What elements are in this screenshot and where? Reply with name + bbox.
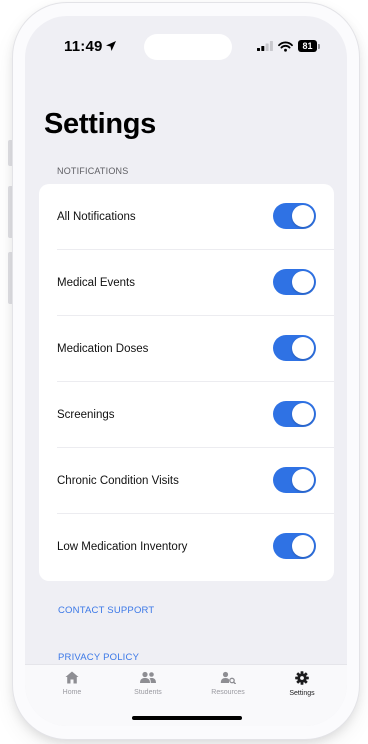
setting-row-all-notifications: All Notifications [39,184,334,250]
low-medication-inventory-toggle[interactable] [273,533,316,559]
tab-label: Students [134,689,162,696]
all-notifications-toggle[interactable] [273,203,316,229]
time-text: 11:49 [64,38,103,55]
setting-row-chronic-condition-visits: Chronic Condition Visits [39,448,334,514]
tab-label: Settings [289,690,315,697]
phone-frame: 11:49 81 Settings NOTIFICATIONS All Noti… [13,3,359,739]
status-bar-icons: 81 [257,40,320,52]
setting-row-medication-doses: Medication Doses [39,316,334,382]
setting-row-medical-events: Medical Events [39,250,334,316]
cellular-signal-icon [257,41,273,51]
wifi-icon [278,41,293,52]
tab-home[interactable]: Home [40,665,104,705]
students-icon [140,671,156,683]
setting-label: Medication Doses [57,343,149,355]
notifications-card: All Notifications Medical Events Medicat… [39,184,334,581]
home-indicator [132,716,242,720]
tab-students[interactable]: Students [116,665,180,705]
toggle-knob [292,205,314,227]
resources-icon [220,671,236,684]
setting-row-low-medication-inventory: Low Medication Inventory [39,514,334,580]
battery-icon: 81 [298,40,320,52]
dynamic-island [144,34,232,60]
contact-support-link[interactable]: CONTACT SUPPORT [58,605,154,616]
setting-label: All Notifications [57,211,136,223]
toggle-knob [292,403,314,425]
home-icon [65,671,79,684]
screen: 11:49 81 Settings NOTIFICATIONS All Noti… [25,16,347,726]
battery-tip [318,43,320,49]
setting-row-screenings: Screenings [39,382,334,448]
tab-label: Home [62,689,82,696]
medical-events-toggle[interactable] [273,269,316,295]
toggle-knob [292,469,314,491]
setting-label: Chronic Condition Visits [57,475,179,487]
toggle-knob [292,337,314,359]
setting-label: Screenings [57,409,115,421]
tab-label: Resources [211,689,245,696]
status-bar-time: 11:49 [64,38,117,55]
tab-resources[interactable]: Resources [196,665,260,705]
screenings-toggle[interactable] [273,401,316,427]
battery-level: 81 [298,40,317,52]
tab-settings[interactable]: Settings [270,665,334,705]
location-arrow-icon [105,41,116,51]
setting-label: Low Medication Inventory [57,541,188,553]
notifications-section-header: NOTIFICATIONS [57,166,129,176]
chronic-condition-visits-toggle[interactable] [273,467,316,493]
setting-label: Medical Events [57,277,135,289]
toggle-knob [292,535,314,557]
gear-icon [295,671,309,685]
page-title: Settings [44,108,156,140]
privacy-policy-link[interactable]: PRIVACY POLICY [58,652,139,663]
toggle-knob [292,271,314,293]
medication-doses-toggle[interactable] [273,335,316,361]
